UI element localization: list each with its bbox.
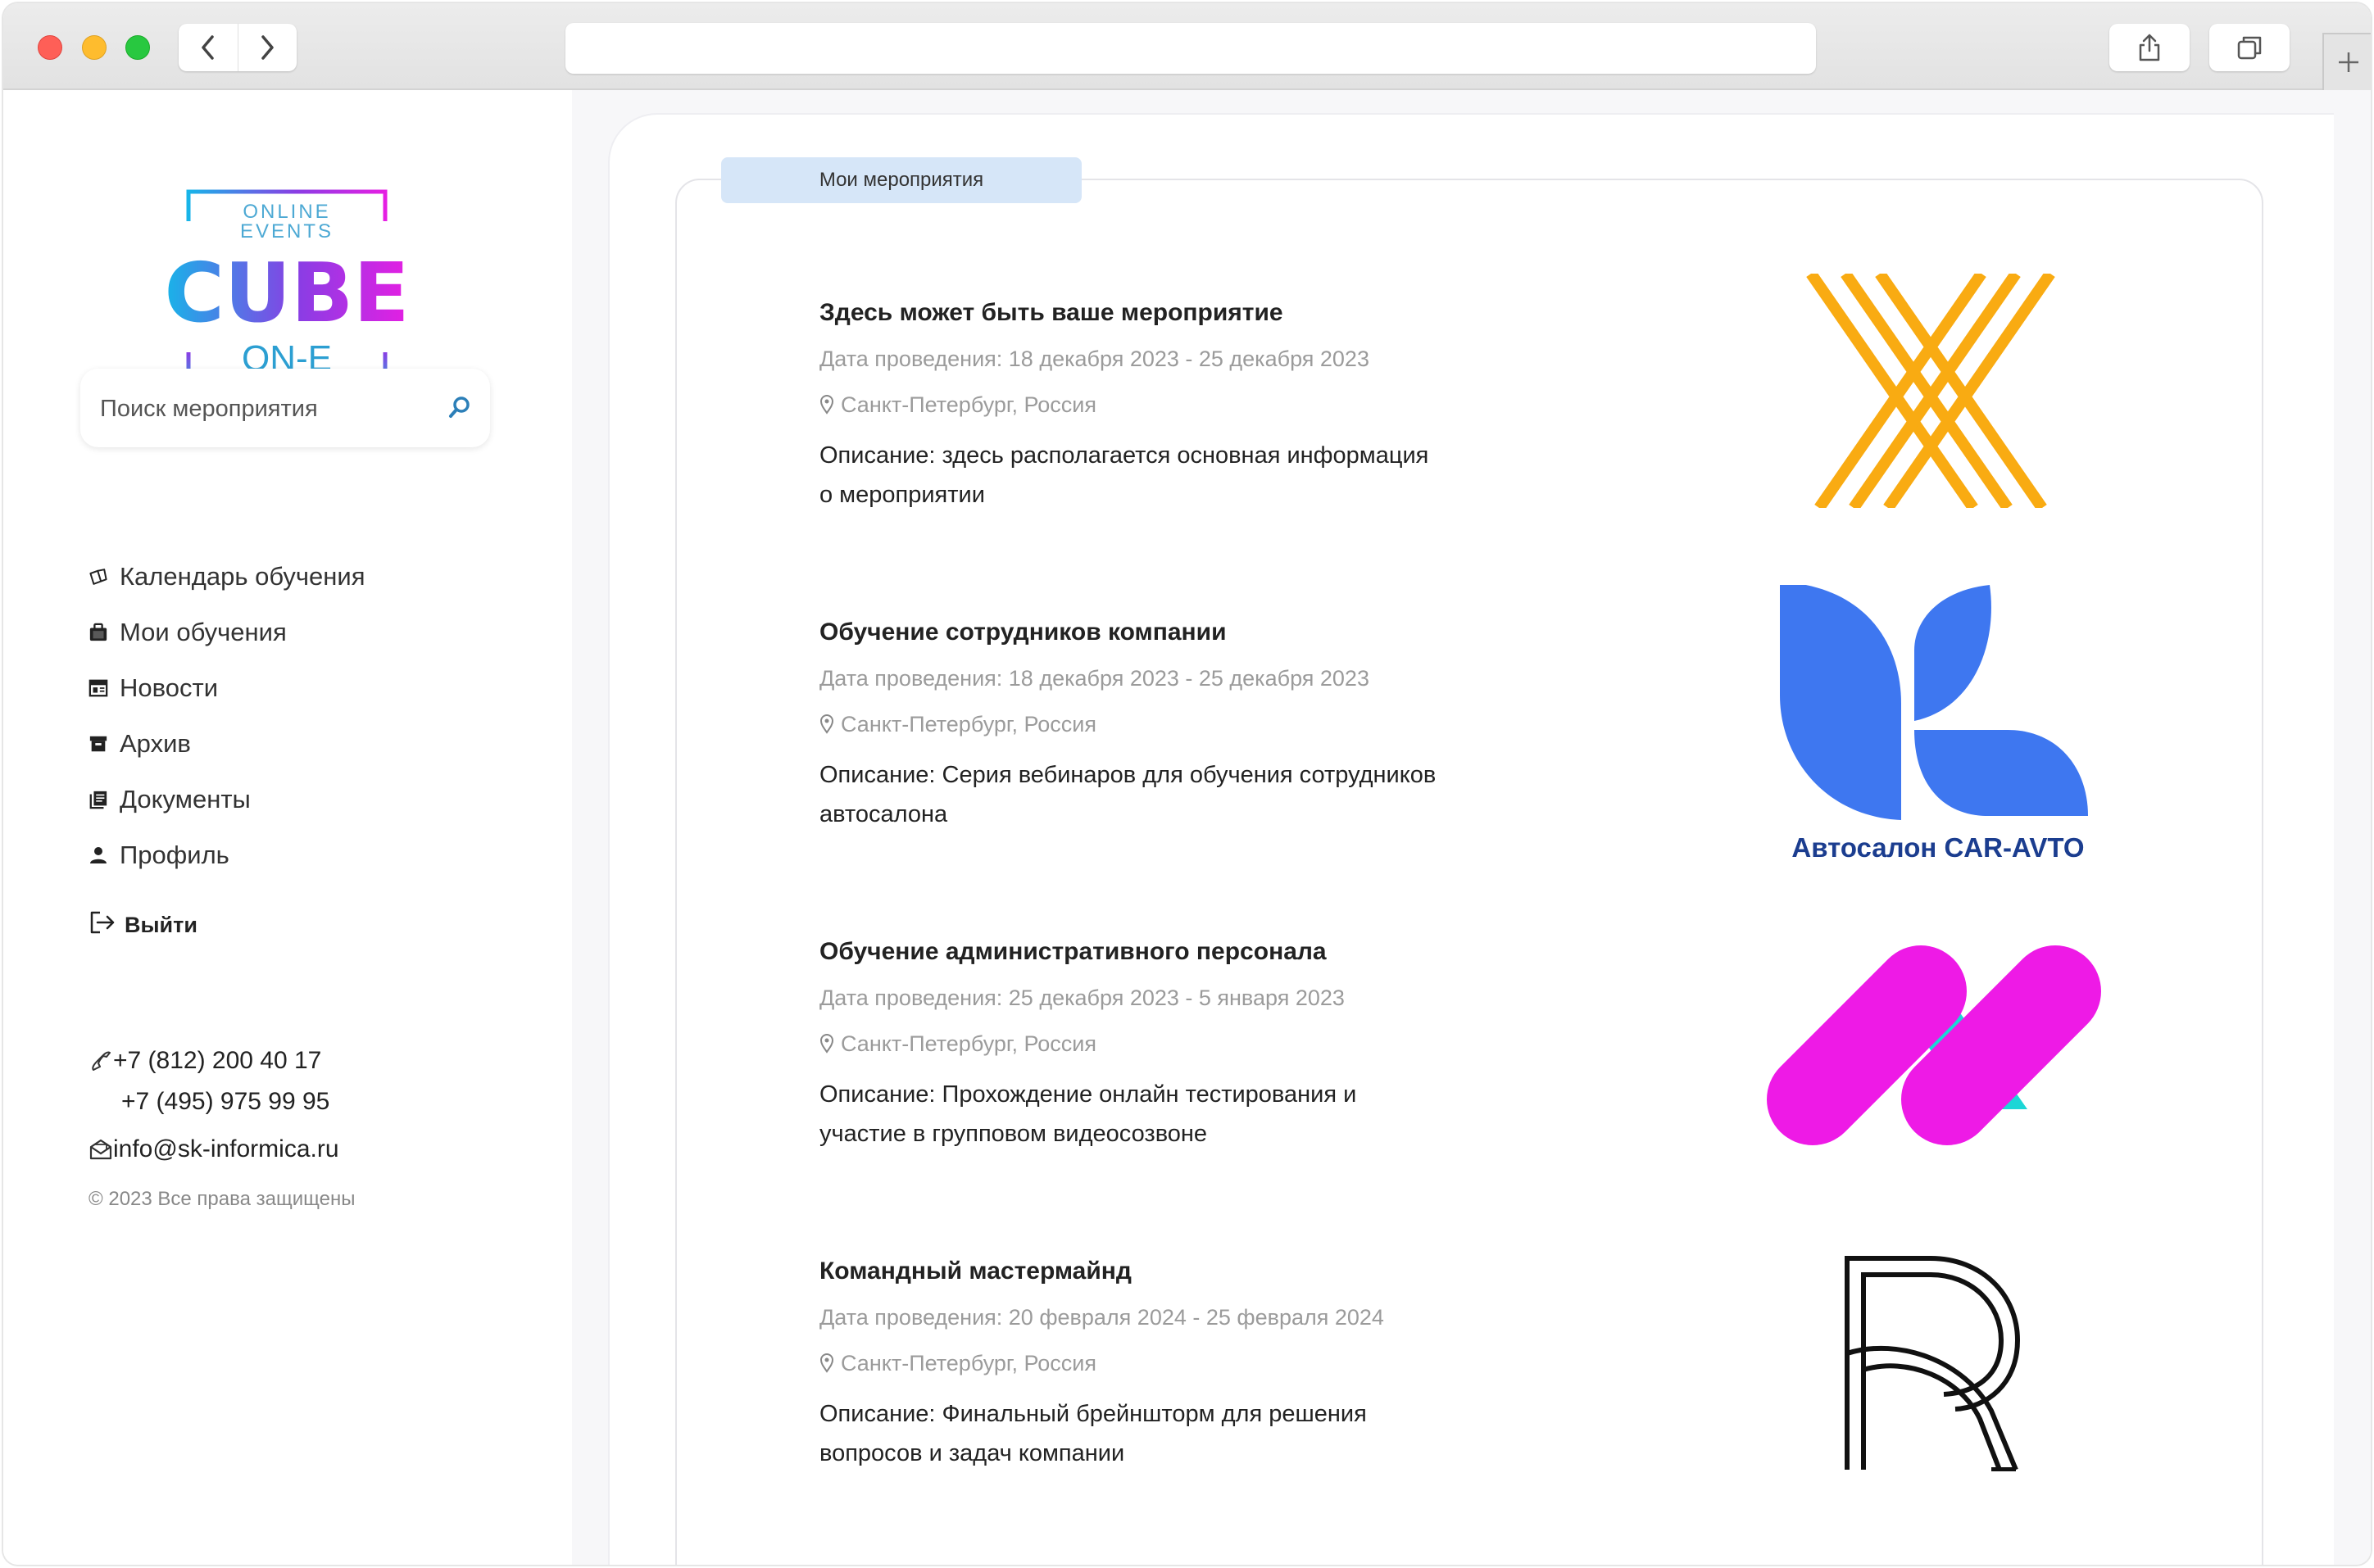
event-title[interactable]: Обучение сотрудников компании (819, 614, 1475, 650)
orange-striped-x-logo (1806, 270, 2055, 511)
chevron-right-icon (261, 35, 274, 60)
outline-r-logo (1845, 1256, 2021, 1472)
logout-label: Выйти (125, 913, 197, 937)
tabs-icon (2237, 36, 2262, 60)
event-description: Описание: Серия вебинаров для обучения с… (819, 762, 1437, 827)
phone-number-2[interactable]: +7 (495) 975 99 95 (121, 1088, 329, 1116)
history-nav (179, 24, 297, 71)
sidebar: ONLINE EVENTS CUBE ON-E Календарь обучен… (3, 90, 572, 1565)
briefcase-icon (89, 623, 107, 641)
share-icon (2139, 34, 2160, 61)
phone-number-1[interactable]: +7 (812) 200 40 17 (113, 1047, 321, 1075)
phone-icon (92, 1051, 111, 1071)
sidebar-item-calendar[interactable]: Календарь обучения (89, 549, 365, 605)
sidebar-item-my-trainings[interactable]: Мои обучения (89, 605, 365, 660)
svg-text:CUBE: CUBE (164, 245, 409, 341)
event-card: Здесь может быть ваше мероприятие Дата п… (819, 295, 1475, 514)
search-icon[interactable] (447, 395, 472, 419)
event-title[interactable]: Командный мастермайнд (819, 1253, 1475, 1289)
event-logo[interactable]: Автосалон CAR-AVTO (1778, 582, 2098, 863)
event-location-text: Санкт-Петербург, Россия (841, 1351, 1097, 1375)
sidebar-item-label: Календарь обучения (120, 562, 365, 591)
location-pin-icon (819, 395, 834, 415)
close-window-button[interactable] (38, 35, 62, 60)
new-tab-button[interactable] (2322, 33, 2371, 90)
minimize-window-button[interactable] (82, 35, 107, 60)
logout-icon (90, 911, 115, 934)
sidebar-item-label: Документы (120, 785, 251, 813)
magenta-n-logo (1767, 945, 2101, 1145)
event-logo[interactable] (1803, 270, 2059, 512)
event-description: Описание: Финальный брейншторм для решен… (819, 1401, 1367, 1466)
car-avto-leaf-logo (1780, 582, 2088, 821)
svg-text:EVENTS: EVENTS (240, 220, 334, 242)
search-input[interactable] (98, 369, 429, 449)
tab-my-events[interactable]: Мои мероприятия (721, 157, 1082, 203)
sidebar-menu: Календарь обучения Мои обучения Новости … (89, 549, 365, 883)
svg-text:ONLINE: ONLINE (243, 201, 330, 223)
back-button[interactable] (179, 24, 238, 71)
address-bar[interactable] (565, 23, 1816, 74)
location-pin-icon (819, 1034, 834, 1054)
sidebar-item-documents[interactable]: Документы (89, 772, 365, 827)
sidebar-item-profile[interactable]: Профиль (89, 827, 365, 883)
logout-button[interactable]: Выйти (89, 909, 197, 941)
tab-overview-button[interactable] (2209, 24, 2290, 71)
sidebar-item-label: Архив (120, 729, 191, 758)
car-avto-logo-text: Автосалон CAR-AVTO (1791, 832, 2085, 863)
event-date: Дата проведения: 18 декабря 2023 - 25 де… (819, 666, 1369, 691)
sidebar-item-label: Мои обучения (120, 618, 287, 646)
event-location-text: Санкт-Петербург, Россия (841, 1031, 1097, 1056)
browser-window: ONLINE EVENTS CUBE ON-E Календарь обучен… (3, 3, 2371, 1565)
chevron-left-icon (202, 35, 214, 60)
location-pin-icon (819, 1353, 834, 1373)
event-title[interactable]: Здесь может быть ваше мероприятие (819, 295, 1475, 331)
event-location: Санкт-Петербург, Россия (819, 708, 1475, 741)
mail-icon (89, 1139, 112, 1160)
sidebar-item-news[interactable]: Новости (89, 660, 365, 716)
sidebar-item-label: Профиль (120, 841, 229, 869)
event-date: Дата проведения: 20 февраля 2024 - 25 фе… (819, 1305, 1384, 1330)
event-card: Командный мастермайнд Дата проведения: 2… (819, 1253, 1475, 1473)
plus-icon (2338, 52, 2358, 72)
event-location-text: Санкт-Петербург, Россия (841, 392, 1097, 417)
event-location: Санкт-Петербург, Россия (819, 1027, 1475, 1060)
phone-row-2: +7 (495) 975 99 95 (89, 1081, 339, 1122)
event-description: Описание: Прохождение онлайн тестировани… (819, 1081, 1357, 1147)
event-logo[interactable] (1842, 1255, 2031, 1475)
sidebar-item-archive[interactable]: Архив (89, 716, 365, 772)
event-location: Санкт-Петербург, Россия (819, 1347, 1475, 1380)
location-pin-icon (819, 714, 834, 734)
event-card: Обучение административного персонала Дат… (819, 934, 1475, 1153)
event-location: Санкт-Петербург, Россия (819, 388, 1475, 421)
event-date: Дата проведения: 25 декабря 2023 - 5 янв… (819, 986, 1345, 1010)
user-icon (90, 847, 107, 863)
archive-box-icon (89, 736, 107, 752)
event-search (80, 369, 490, 449)
zoom-window-button[interactable] (125, 35, 150, 60)
event-card: Обучение сотрудников компании Дата прове… (819, 614, 1475, 834)
newspaper-icon (89, 679, 108, 697)
browser-toolbar (3, 3, 2371, 90)
calendar-tickets-icon (89, 569, 107, 585)
event-location-text: Санкт-Петербург, Россия (841, 712, 1097, 736)
phone-row: +7 (812) 200 40 17 (89, 1040, 339, 1081)
documents-icon (89, 791, 107, 809)
event-date: Дата проведения: 18 декабря 2023 - 25 де… (819, 347, 1369, 371)
contacts: +7 (812) 200 40 17 +7 (495) 975 99 95 in… (89, 1040, 339, 1170)
event-title[interactable]: Обучение административного персонала (819, 934, 1475, 970)
sidebar-item-label: Новости (120, 673, 219, 702)
event-logo[interactable] (1765, 945, 2101, 1149)
copyright-text: © 2023 Все права защищены (89, 1188, 356, 1210)
share-button[interactable] (2109, 24, 2190, 71)
event-description: Описание: здесь располагается основная и… (819, 442, 1429, 508)
email-row: info@sk-informica.ru (89, 1129, 339, 1170)
forward-button[interactable] (238, 24, 297, 71)
email-link[interactable]: info@sk-informica.ru (113, 1135, 339, 1163)
